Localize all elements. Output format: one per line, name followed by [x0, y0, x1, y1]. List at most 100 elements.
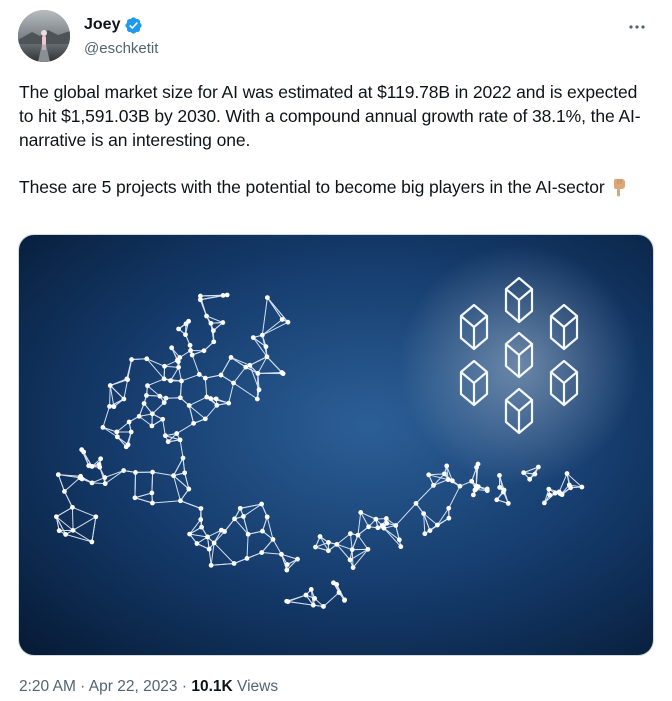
wireframe-node [552, 490, 558, 496]
wireframe-node [393, 523, 399, 528]
wireframe-node [160, 416, 166, 422]
wireframe-node [176, 326, 182, 332]
wireframe-node [334, 541, 340, 547]
wireframe-node [114, 429, 120, 435]
wireframe-node [279, 317, 285, 322]
wireframe-node [132, 495, 138, 501]
tweet-media-image[interactable] [18, 234, 654, 656]
wireframe-node [213, 396, 219, 402]
wireframe-node [336, 590, 342, 595]
wireframe-node [312, 596, 318, 601]
wireframe-node [171, 473, 176, 479]
wireframe-node [285, 599, 291, 605]
wireframe-node [136, 413, 142, 419]
wireframe-node [259, 550, 265, 555]
wireframe-node [247, 362, 253, 368]
tweet-timestamp[interactable]: 2:20 AM · Apr 22, 2023 [19, 678, 178, 695]
wireframe-node [250, 335, 256, 340]
wireframe-node [254, 396, 260, 402]
wireframe-node [494, 497, 500, 503]
wireframe-node [558, 491, 564, 497]
wireframe-node [141, 401, 147, 406]
wireframe-node [177, 395, 183, 401]
wireframe-node [178, 498, 183, 504]
wireframe-node [228, 355, 234, 360]
meta-separator: · [177, 678, 192, 695]
wireframe-node [232, 516, 237, 522]
wireframe-node [100, 424, 106, 430]
wireframe-node [347, 531, 353, 537]
wireframe-node [446, 515, 452, 521]
wireframe-node [579, 484, 585, 490]
wireframe-node [317, 534, 323, 539]
wireframe-node [259, 332, 265, 338]
wireframe-node [128, 429, 134, 435]
wireframe-node [469, 478, 475, 484]
wireframe-node [70, 527, 76, 533]
wireframe-node [444, 463, 450, 469]
author-handle[interactable]: @eschketit [84, 39, 158, 59]
wireframe-node [398, 544, 404, 550]
wireframe-node [434, 522, 440, 528]
wireframe-node [201, 348, 207, 354]
wireframe-node [279, 551, 284, 557]
wireframe-node [210, 328, 216, 334]
wireframe-node [149, 490, 155, 496]
wireframe-node [188, 348, 193, 353]
avatar[interactable] [18, 10, 70, 62]
wireframe-node [224, 292, 230, 298]
wireframe-node [162, 433, 168, 439]
wireframe-node [126, 419, 132, 425]
wireframe-node [421, 511, 427, 517]
wireframe-node [321, 604, 326, 609]
wireframe-node [256, 387, 262, 393]
wireframe-edge [71, 507, 74, 531]
wireframe-edge [134, 472, 137, 498]
wireframe-node [161, 376, 167, 382]
wireframe-node [445, 477, 451, 483]
wireframe-node [284, 562, 290, 567]
name-row: Joey [84, 14, 158, 36]
wireframe-node [231, 380, 236, 386]
wireframe-node [196, 372, 202, 377]
wireframe-node [245, 531, 251, 537]
wireframe-node [150, 469, 156, 475]
wireframe-node [349, 547, 355, 552]
wireframe-node [218, 372, 224, 378]
wireframe-node [124, 376, 130, 382]
wireframe-node [431, 482, 436, 488]
wireframe-edge [200, 294, 224, 297]
wireframe-node [541, 500, 547, 506]
author-display-name[interactable]: Joey [84, 15, 120, 35]
wireframe-node [145, 383, 150, 389]
wireframe-node [149, 411, 155, 417]
verified-badge-icon[interactable] [124, 16, 143, 35]
wireframe-node [373, 516, 379, 522]
wireframe-node [89, 464, 95, 469]
wireframe-node [174, 431, 180, 436]
wireframe-node [144, 356, 150, 362]
wireframe-node [98, 456, 104, 462]
wireframe-node [450, 478, 455, 484]
wireframe-node [125, 442, 131, 448]
wireframe-node [165, 439, 171, 445]
wireframe-node [308, 587, 314, 592]
wireframe-node [220, 320, 226, 325]
wireframe-node [211, 540, 217, 546]
more-options-button[interactable] [620, 12, 654, 42]
wireframe-node [446, 505, 452, 511]
wireframe-node [244, 555, 250, 561]
wireframe-node [501, 489, 506, 495]
wireframe-node [366, 524, 372, 530]
wireframe-node [457, 483, 463, 489]
wireframe-node [532, 471, 538, 477]
wireframe-node [350, 565, 356, 570]
wireframe-node [383, 516, 389, 521]
wireframe-node [180, 455, 186, 461]
wireframe-node [163, 395, 169, 401]
wireframe-node [413, 500, 419, 506]
wireframe-node [186, 486, 192, 492]
wireframe-node [497, 485, 503, 490]
wireframe-node [176, 364, 182, 370]
wireframe-node [179, 378, 184, 384]
